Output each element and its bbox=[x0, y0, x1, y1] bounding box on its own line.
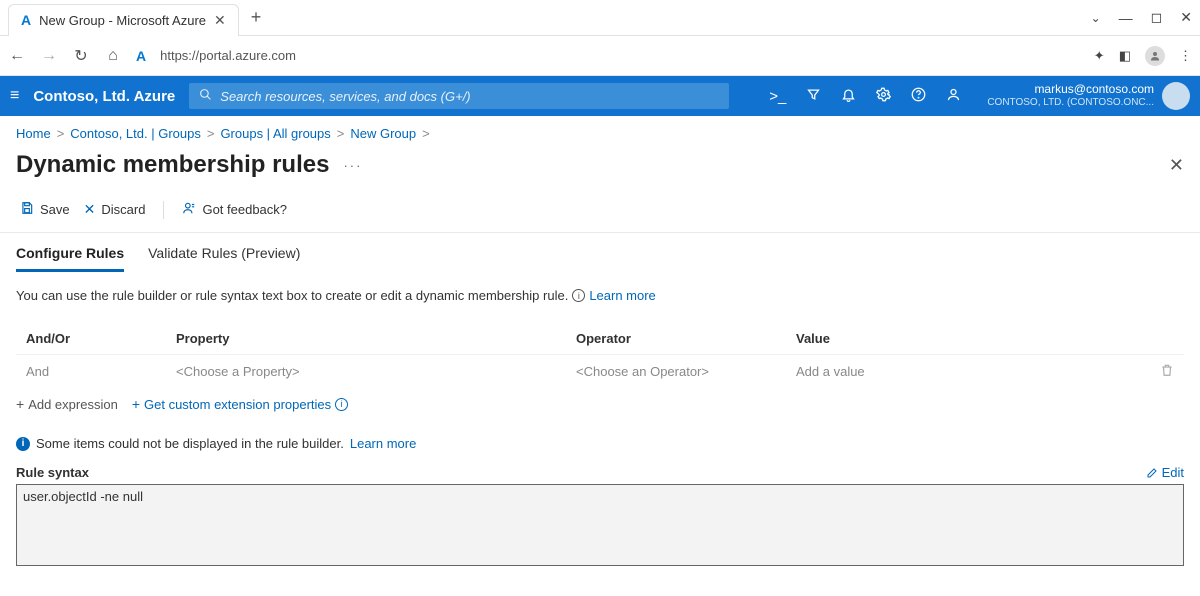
azure-favicon: A bbox=[21, 12, 31, 28]
edit-label: Edit bbox=[1162, 465, 1184, 480]
save-label: Save bbox=[40, 202, 70, 217]
rule-builder-table: And/Or Property Operator Value And <Choo… bbox=[16, 323, 1184, 388]
feedback-button[interactable]: Got feedback? bbox=[178, 199, 291, 220]
address-bar: ← → ↻ ⌂ A https://portal.azure.com ✦ ◧ ⋮ bbox=[0, 36, 1200, 76]
maximize-icon[interactable]: ◻ bbox=[1151, 9, 1163, 26]
page-header: Dynamic membership rules ··· ✕ bbox=[0, 151, 1200, 185]
breadcrumb-item[interactable]: Groups | All groups bbox=[220, 126, 330, 141]
close-window-icon[interactable]: ✕ bbox=[1180, 9, 1192, 26]
info-icon[interactable]: i bbox=[335, 398, 348, 411]
builder-actions: + Add expression + Get custom extension … bbox=[16, 388, 1184, 420]
breadcrumb-item[interactable]: Contoso, Ltd. | Groups bbox=[70, 126, 201, 141]
col-property: Property bbox=[176, 331, 576, 346]
user-email: markus@contoso.com bbox=[987, 83, 1154, 97]
description-text: You can use the rule builder or rule syn… bbox=[16, 288, 568, 303]
description: You can use the rule builder or rule syn… bbox=[16, 288, 1184, 303]
warning-text: Some items could not be displayed in the… bbox=[36, 436, 344, 451]
add-expression-label: Add expression bbox=[28, 397, 118, 412]
window-controls: ⌄ — ◻ ✕ bbox=[1091, 9, 1192, 26]
profile-icon[interactable] bbox=[1145, 46, 1165, 66]
value-cell[interactable]: Add a value bbox=[796, 364, 1134, 379]
minimize-icon[interactable]: — bbox=[1119, 10, 1133, 26]
col-andor: And/Or bbox=[26, 331, 176, 346]
avatar bbox=[1162, 82, 1190, 110]
command-bar: Save ✕ Discard Got feedback? bbox=[0, 185, 1200, 233]
search-input[interactable] bbox=[220, 89, 719, 104]
new-tab-button[interactable]: + bbox=[251, 7, 262, 28]
feedback-label: Got feedback? bbox=[202, 202, 287, 217]
delete-row-icon[interactable] bbox=[1134, 363, 1174, 380]
breadcrumb-sep: > bbox=[57, 126, 65, 141]
chevron-down-icon[interactable]: ⌄ bbox=[1091, 11, 1101, 25]
user-menu[interactable]: markus@contoso.com CONTOSO, LTD. (CONTOS… bbox=[987, 82, 1190, 110]
page-title: Dynamic membership rules bbox=[16, 151, 329, 179]
tab-validate-rules[interactable]: Validate Rules (Preview) bbox=[148, 245, 300, 272]
portal-brand[interactable]: Contoso, Ltd. Azure bbox=[33, 88, 175, 105]
back-icon[interactable]: ← bbox=[8, 47, 26, 65]
add-expression-button[interactable]: + Add expression bbox=[16, 396, 118, 412]
close-blade-icon[interactable]: ✕ bbox=[1169, 155, 1184, 176]
user-tenant: CONTOSO, LTD. (CONTOSO.ONC... bbox=[987, 97, 1154, 109]
warning-learn-more-link[interactable]: Learn more bbox=[350, 436, 416, 451]
property-cell[interactable]: <Choose a Property> bbox=[176, 364, 576, 379]
site-identity-icon: A bbox=[136, 48, 146, 64]
operator-cell[interactable]: <Choose an Operator> bbox=[576, 364, 796, 379]
andor-cell[interactable]: And bbox=[26, 364, 176, 379]
breadcrumb-item[interactable]: Home bbox=[16, 126, 51, 141]
col-operator: Operator bbox=[576, 331, 796, 346]
edit-syntax-button[interactable]: Edit bbox=[1146, 465, 1184, 480]
hamburger-icon[interactable]: ≡ bbox=[10, 87, 19, 105]
plus-icon: + bbox=[132, 396, 140, 412]
notifications-icon[interactable] bbox=[841, 87, 856, 106]
plus-icon: + bbox=[16, 396, 24, 412]
tabs: Configure Rules Validate Rules (Preview) bbox=[0, 233, 1200, 272]
discard-button[interactable]: ✕ Discard bbox=[80, 199, 150, 220]
reload-icon[interactable]: ↻ bbox=[72, 46, 90, 66]
rule-syntax-label: Rule syntax bbox=[16, 465, 89, 480]
search-icon bbox=[199, 88, 212, 104]
discard-icon: ✕ bbox=[84, 201, 96, 218]
extensions-icon[interactable]: ✦ bbox=[1094, 48, 1105, 64]
filter-icon[interactable] bbox=[806, 87, 821, 106]
breadcrumb-item[interactable]: New Group bbox=[350, 126, 416, 141]
table-header-row: And/Or Property Operator Value bbox=[16, 323, 1184, 354]
save-icon bbox=[20, 201, 34, 218]
get-extension-properties-button[interactable]: + Get custom extension properties i bbox=[132, 396, 348, 412]
col-value: Value bbox=[796, 331, 1134, 346]
azure-top-bar: ≡ Contoso, Ltd. Azure >_ markus@contoso.… bbox=[0, 76, 1200, 116]
browser-tab[interactable]: A New Group - Microsoft Azure ✕ bbox=[8, 4, 239, 36]
panel-icon[interactable]: ◧ bbox=[1119, 48, 1131, 64]
warning-message: i Some items could not be displayed in t… bbox=[16, 436, 1184, 451]
learn-more-link[interactable]: Learn more bbox=[589, 288, 655, 303]
save-button[interactable]: Save bbox=[16, 199, 74, 220]
feedback-icon[interactable] bbox=[946, 87, 961, 106]
rule-syntax-section: Rule syntax Edit user.objectId -ne null bbox=[16, 465, 1184, 566]
table-row: And <Choose a Property> <Choose an Opera… bbox=[16, 354, 1184, 388]
breadcrumb-sep: > bbox=[207, 126, 215, 141]
settings-icon[interactable] bbox=[876, 87, 891, 106]
home-icon[interactable]: ⌂ bbox=[104, 47, 122, 65]
breadcrumb-sep: > bbox=[337, 126, 345, 141]
feedback-person-icon bbox=[182, 201, 196, 218]
info-icon[interactable]: i bbox=[572, 289, 585, 302]
breadcrumb-sep: > bbox=[422, 126, 430, 141]
discard-label: Discard bbox=[101, 202, 145, 217]
more-actions-icon[interactable]: ··· bbox=[343, 158, 362, 173]
get-ext-label: Get custom extension properties bbox=[144, 397, 331, 412]
toolbar-separator bbox=[163, 201, 164, 219]
browser-tab-bar: A New Group - Microsoft Azure ✕ + ⌄ — ◻ … bbox=[0, 0, 1200, 36]
cloud-shell-icon[interactable]: >_ bbox=[769, 88, 786, 105]
help-icon[interactable] bbox=[911, 87, 926, 106]
more-icon[interactable]: ⋮ bbox=[1179, 48, 1192, 64]
content-area: You can use the rule builder or rule syn… bbox=[0, 272, 1200, 582]
forward-icon[interactable]: → bbox=[40, 47, 58, 65]
url-text[interactable]: https://portal.azure.com bbox=[160, 48, 296, 63]
tab-configure-rules[interactable]: Configure Rules bbox=[16, 245, 124, 272]
breadcrumb: Home > Contoso, Ltd. | Groups > Groups |… bbox=[0, 116, 1200, 151]
info-badge-icon: i bbox=[16, 437, 30, 451]
tab-title: New Group - Microsoft Azure bbox=[39, 13, 206, 28]
search-box[interactable] bbox=[189, 83, 729, 109]
close-tab-icon[interactable]: ✕ bbox=[214, 12, 226, 29]
rule-syntax-textarea[interactable]: user.objectId -ne null bbox=[16, 484, 1184, 566]
